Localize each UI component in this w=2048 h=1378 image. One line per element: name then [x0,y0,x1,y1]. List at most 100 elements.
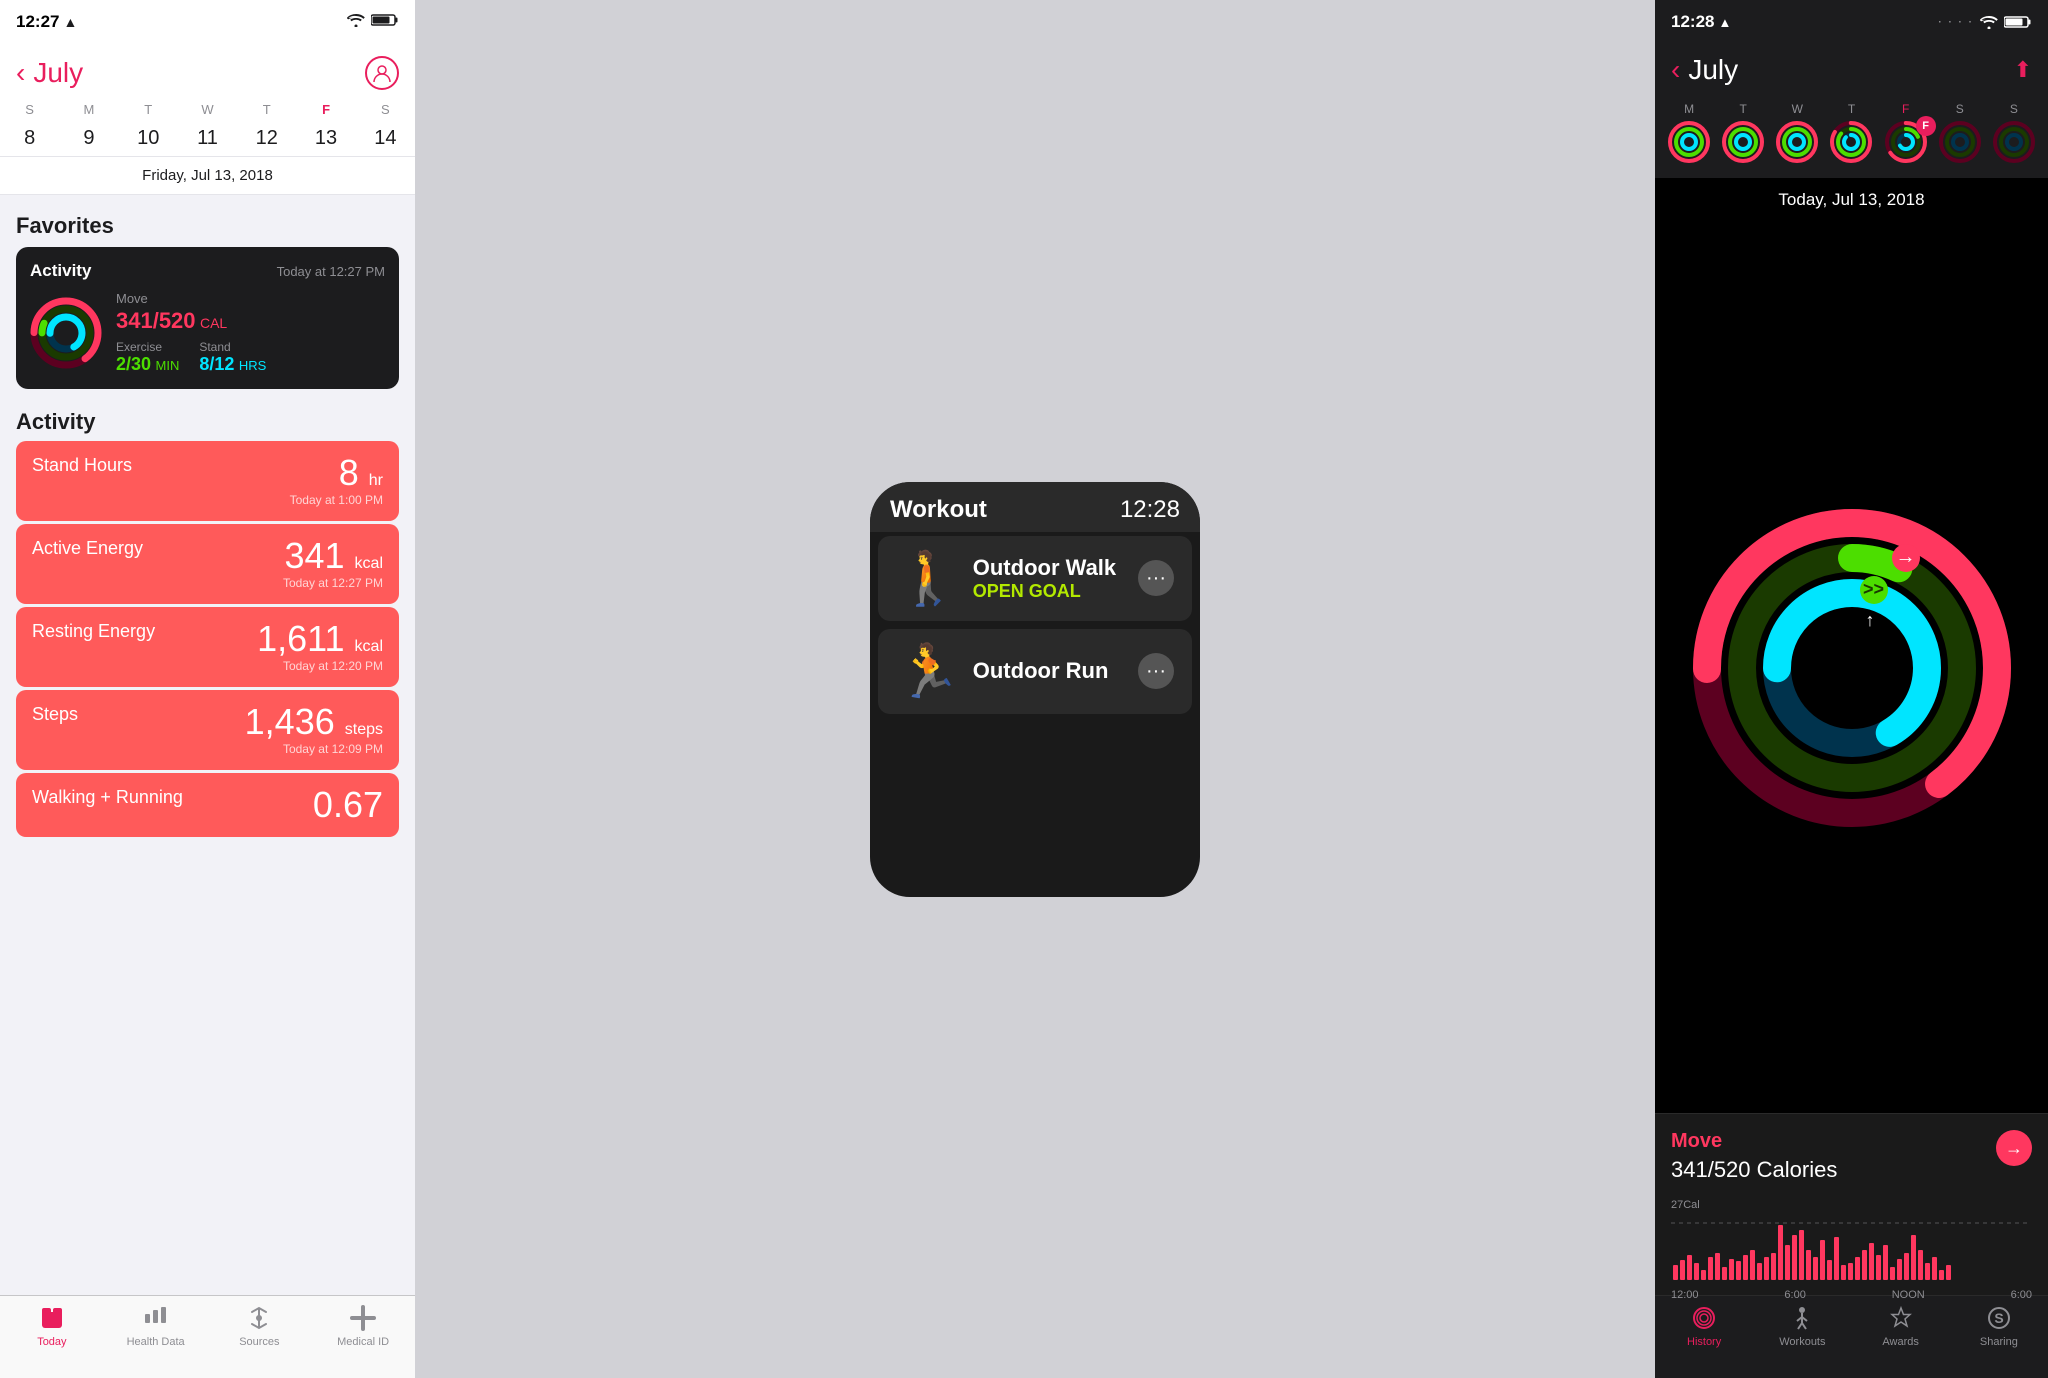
tab-today-icon [38,1304,66,1332]
tab-sources-icon [245,1304,273,1332]
right-calendar-header: ‹ July ⬆ [1655,44,2048,94]
week-day-s1[interactable]: S [1938,102,1982,164]
left-scroll-area[interactable]: Favorites Activity Today at 12:27 PM [0,195,415,1378]
activity-card-title: Activity [30,261,91,281]
stand-label: Stand [199,340,266,354]
active-energy-value: 341 kcal [284,535,383,576]
walk-more-button[interactable]: ··· [1138,560,1174,596]
right-panel: 12:28 ▲ · · · · ‹ July ⬆ M [1655,0,2048,1378]
favorites-title: Favorites [0,195,415,247]
week-day-f[interactable]: F F [1884,102,1928,164]
week-day-t2[interactable]: T [1829,102,1873,164]
move-detail-arrow[interactable]: → [1996,1130,2032,1166]
week-ring-s1 [1938,120,1982,164]
exercise-unit: MIN [156,358,180,373]
week-label-s1: S [1956,102,1964,116]
axis-label-4: 6:00 [2011,1289,2032,1301]
week-label-t2: T [1848,102,1855,116]
right-back-arrow[interactable]: ‹ [1671,54,1680,86]
tab-health-data[interactable]: Health Data [104,1304,208,1348]
outdoor-walk-goal: OPEN GOAL [973,581,1116,602]
watch-screen: Workout 12:28 🚶 Outdoor Walk OPEN GOAL ·… [870,482,1200,897]
middle-panel: Workout 12:28 🚶 Outdoor Walk OPEN GOAL ·… [415,0,1655,1378]
activity-card[interactable]: Activity Today at 12:27 PM [16,247,399,389]
right-tab-history[interactable]: History [1655,1304,1753,1348]
svg-text:S: S [1994,1310,2003,1326]
walking-running-value: 0.67 [313,784,383,825]
right-tab-sharing-label: Sharing [1980,1336,2018,1348]
day-13-selected[interactable]: 13 [296,127,355,150]
right-wifi-icon [1980,16,1998,29]
week-day-m[interactable]: M [1667,102,1711,164]
month-label: July [33,57,83,89]
day-14[interactable]: 14 [356,127,415,150]
walking-running-value-group: 0.67 [313,787,383,823]
day-11[interactable]: 11 [178,127,237,150]
resting-energy-inner: Resting Energy 1,611 kcal [32,621,383,657]
exercise-stand: Exercise 2/30 MIN Stand 8/12 HRS [116,340,385,375]
week-label-s2: S [2010,102,2018,116]
activity-rings [30,297,102,369]
selected-date-label: Friday, Jul 13, 2018 [0,157,415,195]
week-rings: M T [1655,94,2048,178]
active-energy-card[interactable]: Active Energy 341 kcal Today at 12:27 PM [16,524,399,604]
run-more-button[interactable]: ··· [1138,653,1174,689]
calendar-month: ‹ July [16,57,83,89]
tab-today[interactable]: Today [0,1304,104,1348]
tab-medical-id-icon [349,1304,377,1332]
day-8[interactable]: 8 [0,127,59,150]
chart-max-label: 27Cal [1671,1199,2032,1211]
move-calories: 341/520 Calories [1671,1157,1837,1183]
left-status-bar: 12:27 ▲ [0,0,415,44]
axis-label-1: 12:00 [1671,1289,1699,1301]
exercise-label: Exercise [116,340,179,354]
location-icon: ▲ [63,14,77,30]
status-time-group: 12:27 ▲ [16,12,77,32]
stand-unit: HRS [239,358,266,373]
move-info: Move 341/520 Calories [1671,1130,1837,1191]
calendar-back-arrow[interactable]: ‹ [16,57,25,89]
active-energy-time: Today at 12:27 PM [32,576,383,590]
day-9[interactable]: 9 [59,127,118,150]
stand-hours-inner: Stand Hours 8 hr [32,455,383,491]
profile-button[interactable] [365,56,399,90]
move-value-row: 341/520 CAL [116,308,385,334]
right-tab-awards-icon [1887,1304,1915,1332]
move-unit: CAL [200,315,227,331]
stand-hours-value: 8 hr [339,452,383,493]
day-12[interactable]: 12 [237,127,296,150]
tab-health-data-icon [142,1304,170,1332]
day-t1: T [119,102,178,117]
right-month-label: July [1688,54,1738,86]
right-tab-awards[interactable]: Awards [1852,1304,1950,1348]
right-tab-history-icon [1690,1304,1718,1332]
outdoor-walk-item[interactable]: 🚶 Outdoor Walk OPEN GOAL ··· [878,536,1192,621]
outdoor-run-content: 🏃 Outdoor Run [896,641,1108,702]
right-tab-sharing[interactable]: S Sharing [1950,1304,2048,1348]
day-10[interactable]: 10 [119,127,178,150]
right-dots: · · · · [1938,17,1974,28]
activity-section-title: Activity [0,401,415,441]
tab-medical-id[interactable]: Medical ID [311,1304,415,1348]
big-activity-rings [1692,508,2012,828]
resting-energy-value-group: 1,611 kcal [257,621,383,657]
watch-time: 12:28 [1120,496,1180,524]
share-button[interactable]: ⬆ [2014,57,2032,83]
week-day-s2[interactable]: S [1992,102,2036,164]
stand-hours-value-group: 8 hr [339,455,383,491]
day-f: F [296,102,355,117]
right-tab-workouts[interactable]: Workouts [1753,1304,1851,1348]
chart-axis: 12:00 6:00 NOON 6:00 [1671,1289,2032,1301]
walking-running-card[interactable]: Walking + Running 0.67 [16,773,399,837]
stand-hours-card[interactable]: Stand Hours 8 hr Today at 1:00 PM [16,441,399,521]
outdoor-run-item[interactable]: 🏃 Outdoor Run ··· [878,629,1192,714]
walking-running-inner: Walking + Running 0.67 [32,787,383,823]
tab-sources[interactable]: Sources [208,1304,312,1348]
week-day-w[interactable]: W [1775,102,1819,164]
steps-card[interactable]: Steps 1,436 steps Today at 12:09 PM [16,690,399,770]
outdoor-walk-name: Outdoor Walk [973,555,1116,581]
day-m: M [59,102,118,117]
week-label-w: W [1792,102,1803,116]
resting-energy-card[interactable]: Resting Energy 1,611 kcal Today at 12:20… [16,607,399,687]
week-day-t1[interactable]: T [1721,102,1765,164]
